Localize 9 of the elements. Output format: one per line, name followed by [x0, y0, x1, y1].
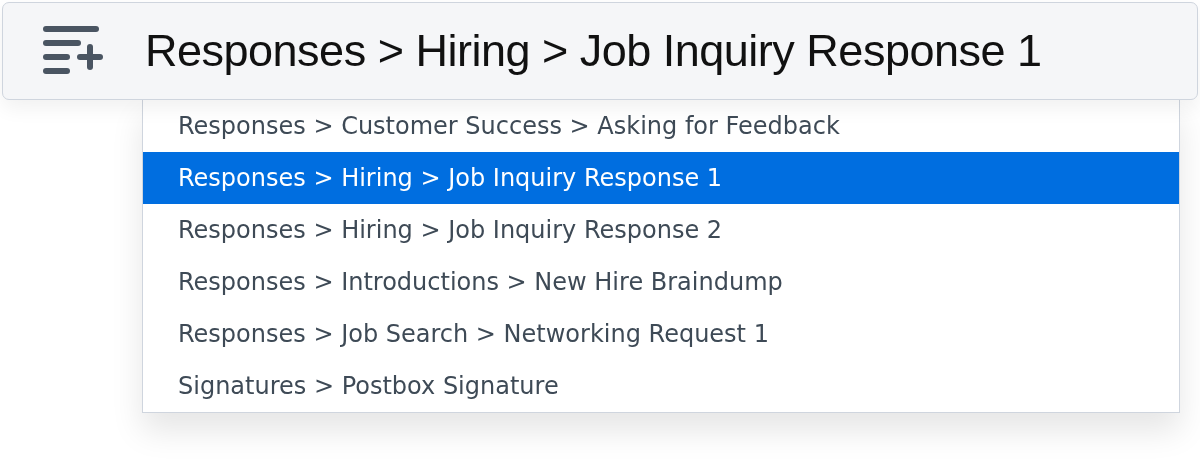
suggestion-item[interactable]: Responses > Job Search > Networking Request 1 [143, 308, 1179, 360]
search-bar[interactable]: Responses > Hiring > Job Inquiry Response 1 [2, 2, 1198, 100]
suggestion-item[interactable]: Responses > Hiring > Job Inquiry Response 1 [143, 152, 1179, 204]
add-to-list-icon[interactable] [43, 26, 103, 76]
search-text[interactable]: Responses > Hiring > Job Inquiry Response 1 [145, 25, 1042, 77]
suggestion-item[interactable]: Signatures > Postbox Signature [143, 360, 1179, 412]
suggestion-item[interactable]: Responses > Hiring > Job Inquiry Response 2 [143, 204, 1179, 256]
suggestion-item[interactable]: Responses > Introductions > New Hire Braindump [143, 256, 1179, 308]
suggestion-item[interactable]: Responses > Customer Success > Asking for Feedback [143, 100, 1179, 152]
